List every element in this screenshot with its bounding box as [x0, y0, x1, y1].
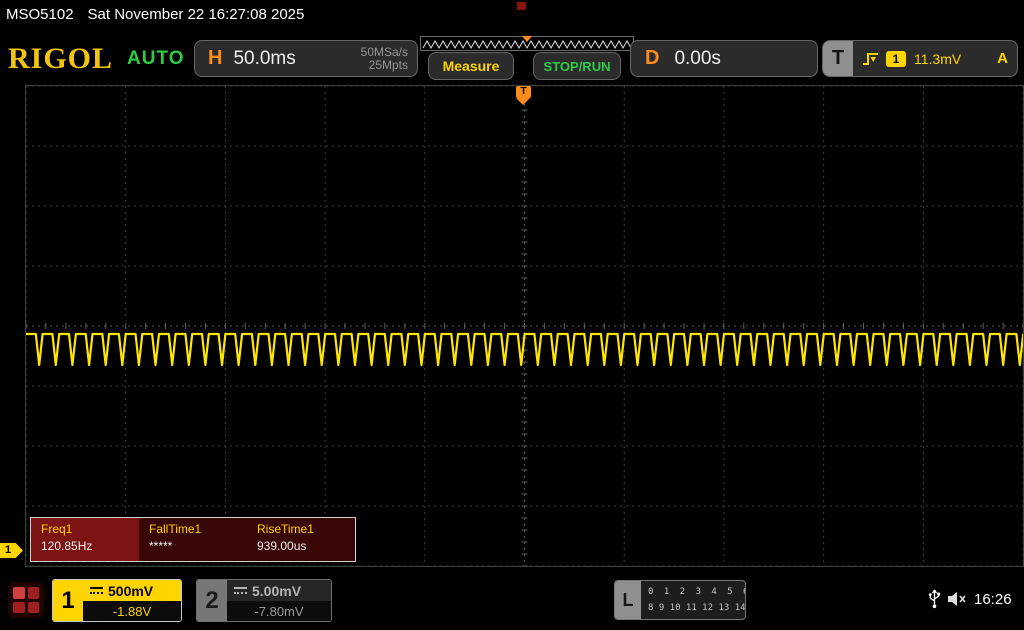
measurement-panel[interactable]: Freq1 120.85Hz FallTime1 ***** RiseTime1…	[30, 517, 356, 562]
stop-run-button[interactable]: STOP/RUN	[533, 52, 621, 80]
waveform-trace	[26, 86, 1023, 566]
horizontal-timebase-box[interactable]: H 50.0ms 50MSa/s 25Mpts	[194, 40, 418, 77]
channel-2-offset: -7.80mV	[227, 601, 331, 621]
delay-box[interactable]: D 0.00s	[630, 40, 818, 77]
acquisition-rates: 50MSa/s 25Mpts	[361, 46, 408, 72]
menu-grid-cell	[13, 602, 25, 614]
horizontal-letter: H	[208, 47, 222, 70]
trigger-position-arrow-icon	[516, 98, 530, 105]
channel-1-offset: -1.88V	[83, 601, 181, 621]
graticule	[25, 85, 1024, 567]
record-indicator	[517, 2, 526, 10]
channel-1-status[interactable]: 1 500mV -1.88V	[52, 579, 182, 622]
datetime-text: Sat November 22 16:27:08 2025	[88, 6, 305, 23]
memory-depth: 25Mpts	[361, 59, 408, 72]
measurement-value: *****	[149, 538, 247, 555]
measurement-value: 120.85Hz	[41, 538, 139, 555]
rigol-logo: RIGOL	[8, 42, 113, 76]
channel-1-number: 1	[53, 580, 83, 621]
measurement-item-freq[interactable]: Freq1 120.85Hz	[31, 518, 139, 561]
menu-grid-icon[interactable]	[8, 582, 44, 618]
speaker-muted-icon	[947, 591, 967, 612]
trigger-mode: A	[997, 50, 1008, 67]
menu-grid-cell	[28, 602, 40, 614]
channel-2-scale: 5.00mV	[252, 583, 301, 599]
oscilloscope-screen: MSO5102 Sat November 22 16:27:08 2025 RI…	[0, 0, 1024, 630]
dc-coupling-icon	[90, 586, 103, 595]
trigger-box[interactable]: T 1 11.3mV A	[822, 40, 1018, 77]
trigger-source-badge: 1	[886, 51, 906, 67]
menu-grid-cell	[13, 587, 25, 599]
logic-channel-numbers: 0 1 2 3 4 5 6 7 8 9 10 11 12 13 14 15	[641, 581, 745, 619]
dc-coupling-icon	[234, 586, 247, 595]
delay-value: 0.00s	[674, 48, 720, 70]
trigger-level-value: 11.3mV	[914, 51, 961, 67]
logic-channels-status[interactable]: L 0 1 2 3 4 5 6 7 8 9 10 11 12 13 14 15	[614, 580, 746, 620]
logic-row-2: 8 9 10 11 12 13 14 15	[648, 600, 745, 616]
logic-letter: L	[615, 581, 641, 619]
status-clock: 16:26	[974, 591, 1012, 608]
timebase-value: 50.0ms	[233, 48, 295, 70]
sample-rate: 50MSa/s	[361, 46, 408, 59]
trigger-position-marker[interactable]: T	[516, 86, 531, 105]
memory-waveform-strip	[420, 36, 634, 51]
measurement-item-falltime[interactable]: FallTime1 *****	[139, 518, 247, 561]
delay-letter: D	[645, 47, 659, 70]
channel-2-number: 2	[197, 580, 227, 621]
trigger-position-label: T	[516, 86, 531, 98]
memory-trigger-marker-icon	[522, 36, 532, 42]
channel-2-status[interactable]: 2 5.00mV -7.80mV	[196, 579, 332, 622]
measurement-value: 939.00us	[257, 538, 355, 555]
measurement-label: Freq1	[41, 521, 139, 538]
measurement-label: RiseTime1	[257, 521, 355, 538]
titlebar: MSO5102 Sat November 22 16:27:08 2025	[6, 6, 304, 23]
usb-icon	[928, 588, 941, 614]
trigger-slope-icon	[861, 51, 880, 67]
measure-button[interactable]: Measure	[428, 52, 514, 80]
logic-row-1: 0 1 2 3 4 5 6 7	[648, 584, 745, 600]
channel-1-scale: 500mV	[108, 583, 153, 599]
menu-grid-cell	[28, 587, 40, 599]
channel-1-ground-marker[interactable]: 1	[0, 543, 23, 558]
trigger-letter: T	[823, 41, 853, 76]
measurement-item-risetime[interactable]: RiseTime1 939.00us	[247, 518, 355, 561]
measurement-label: FallTime1	[149, 521, 247, 538]
acquire-mode-label: AUTO	[127, 48, 184, 70]
model-name: MSO5102	[6, 6, 74, 23]
